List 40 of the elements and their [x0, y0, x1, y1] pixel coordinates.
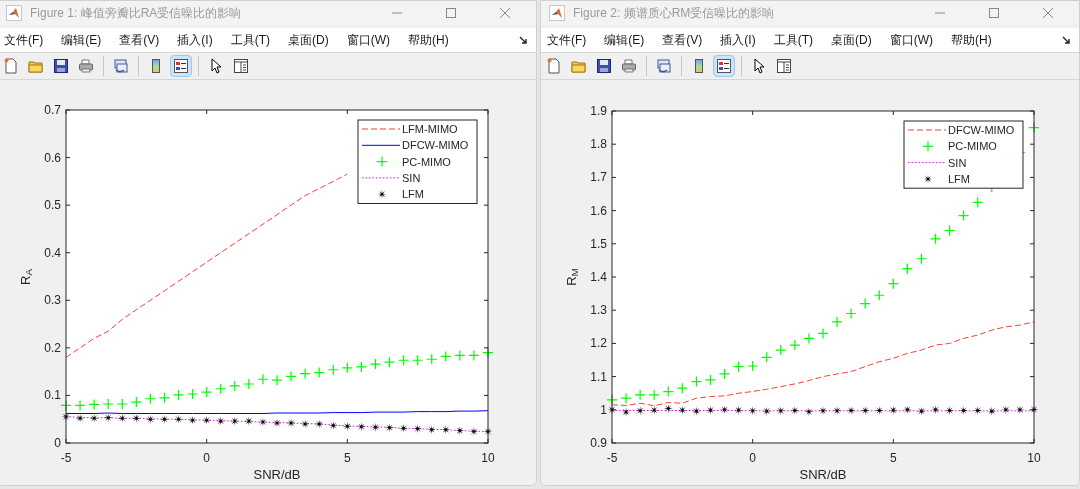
tick-label: 5 — [890, 451, 897, 465]
tick-label: -5 — [606, 451, 618, 465]
legend-label: DFCW-MIMO — [948, 124, 1015, 136]
tick-label: 1.8 — [590, 137, 607, 152]
tick-label: 0.7 — [44, 103, 61, 117]
legend-label: LFM — [402, 188, 424, 201]
tick-label: 5 — [344, 451, 351, 465]
tick-label: 0.1 — [44, 388, 61, 403]
tick-label: 1.5 — [590, 236, 607, 251]
window-title: Figure 2: 频谱质心RM受信噪比的影响 — [573, 5, 776, 22]
tick-label: 1.4 — [590, 270, 607, 284]
tick-label: 0 — [203, 451, 210, 465]
tick-label: 0 — [54, 436, 61, 450]
legend-label: LFM — [948, 172, 970, 185]
x-axis-label: SNR/dB — [799, 467, 847, 482]
tick-label: 1.6 — [590, 203, 607, 218]
tick-label: 1.1 — [590, 369, 607, 384]
tick-label: 1.9 — [590, 104, 607, 118]
tick-label: 1 — [600, 402, 607, 417]
tick-label: 0.4 — [44, 245, 61, 260]
tick-label: 1.3 — [590, 303, 607, 318]
tick-label: 0 — [749, 451, 756, 465]
legend-label: SIN — [402, 171, 421, 184]
tick-label: 0.6 — [44, 150, 61, 165]
window-title: Figure 1: 峰值旁瓣比RA受信噪比的影响 — [30, 5, 243, 22]
tick-label: 1.7 — [590, 170, 607, 185]
tick-label: -5 — [60, 451, 72, 465]
legend-label: PC-MIMO — [402, 155, 451, 168]
tick-label: 10 — [1027, 451, 1041, 465]
legend-label: SIN — [948, 156, 967, 169]
tick-label: 1.2 — [590, 336, 607, 351]
legend-label: LFM-MIMO — [402, 123, 458, 135]
legend-label: DFCW-MIMO — [402, 139, 469, 152]
tick-label: 0.3 — [44, 293, 61, 308]
legend-label: PC-MIMO — [948, 140, 997, 153]
tick-label: 0.2 — [44, 340, 61, 355]
tick-label: 10 — [481, 451, 495, 465]
tick-label: 0.9 — [590, 436, 607, 450]
x-axis-label: SNR/dB — [253, 467, 301, 482]
tick-label: 0.5 — [44, 198, 61, 213]
